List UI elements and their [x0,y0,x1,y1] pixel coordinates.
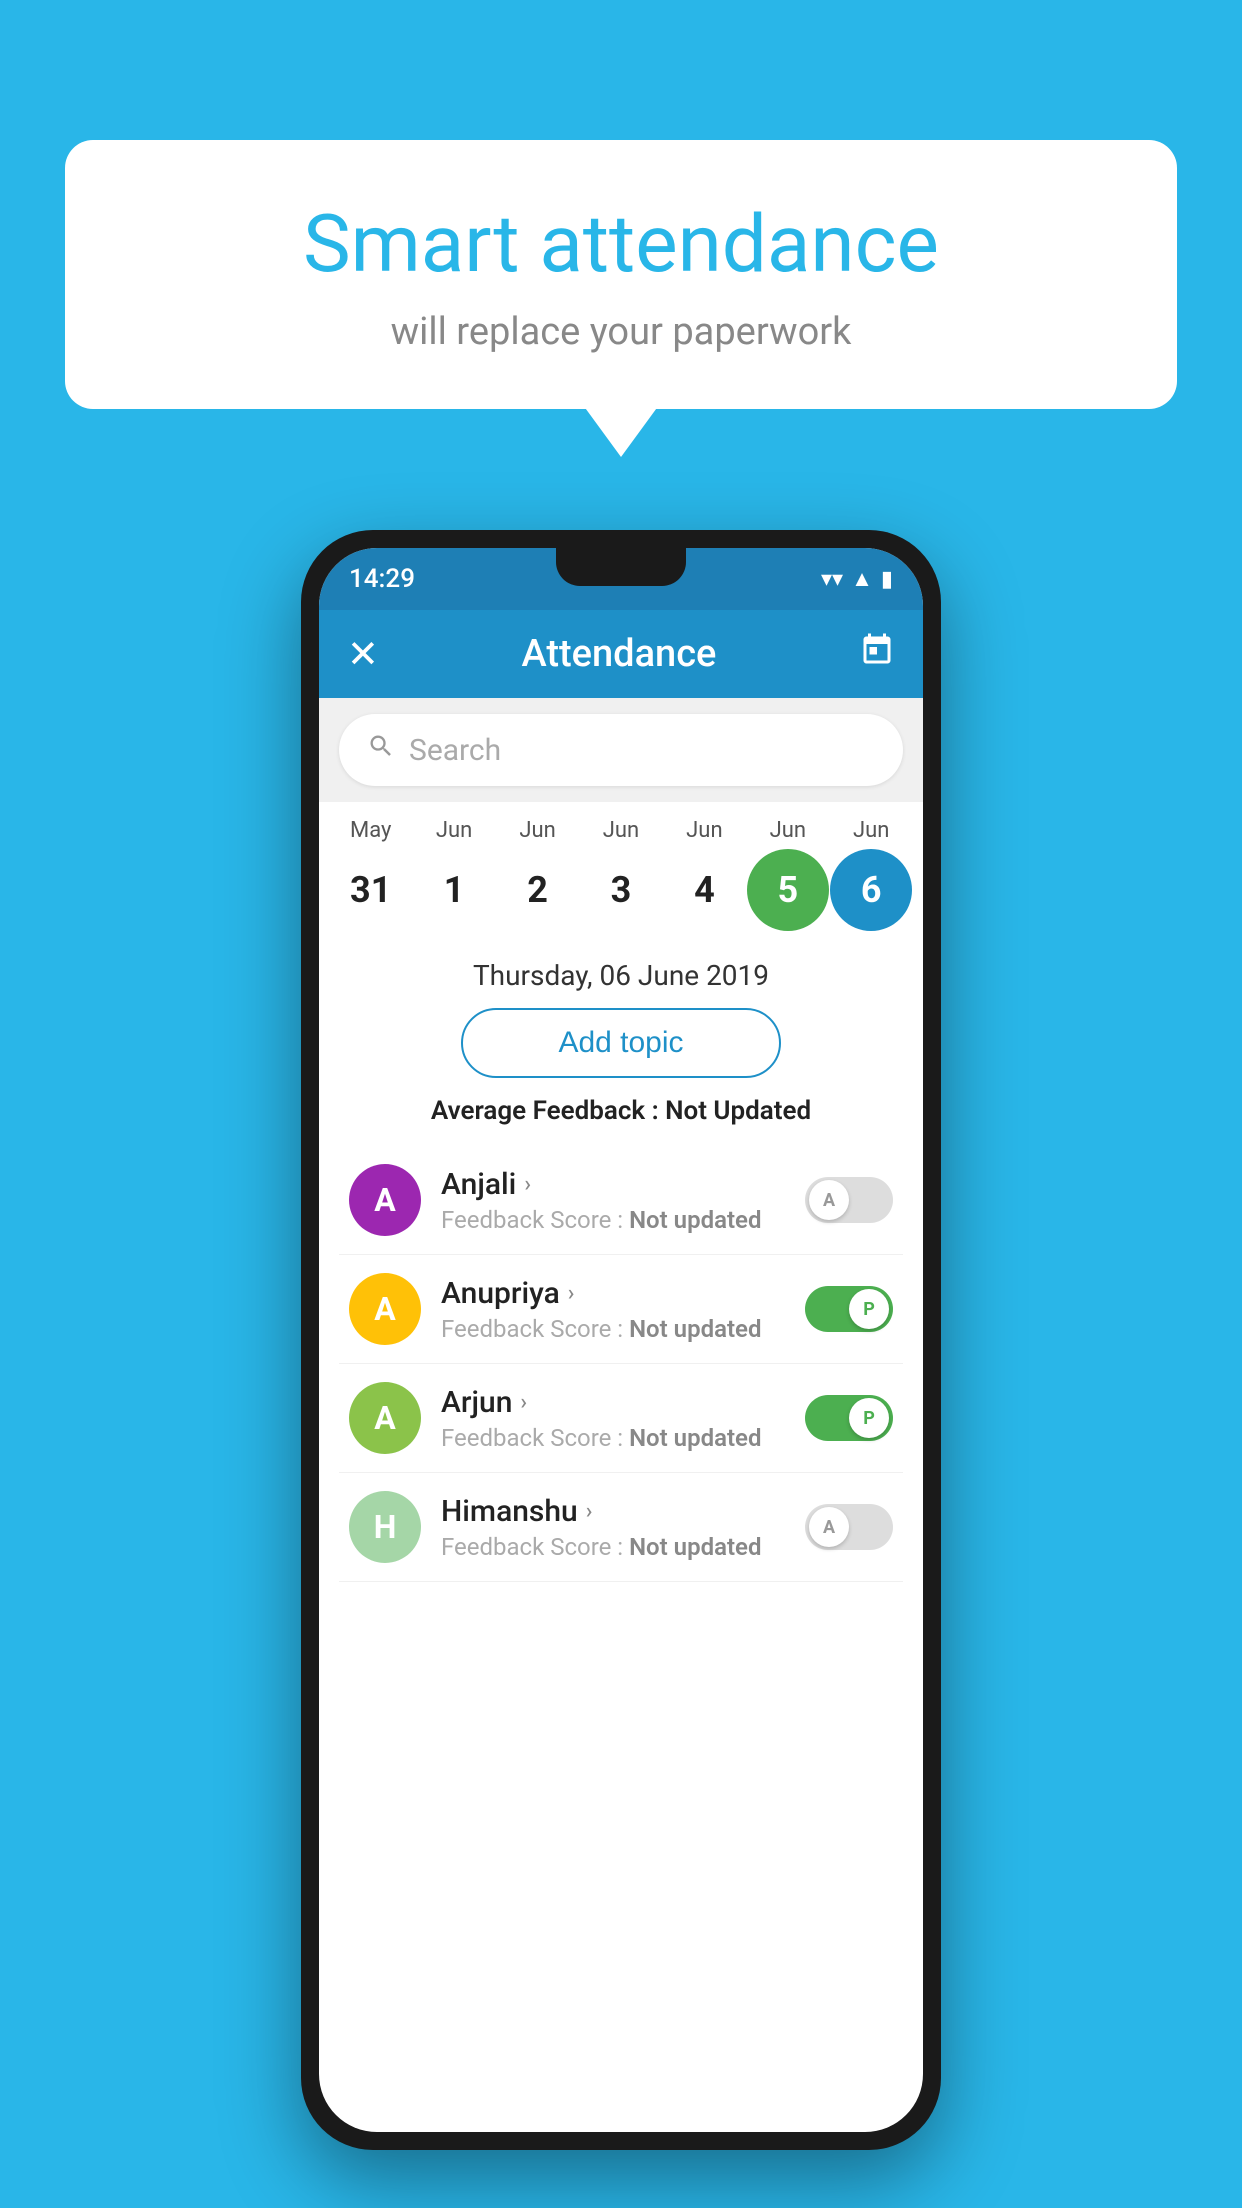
student-item-anupriya[interactable]: A Anupriya › Feedback Score : Not update… [339,1255,903,1364]
student-name-anupriya: Anupriya › [441,1276,805,1311]
month-6: Jun [830,818,912,843]
student-name-arjun: Arjun › [441,1385,805,1420]
battery-icon: ▮ [881,567,893,592]
feedback-anjali: Feedback Score : Not updated [441,1206,805,1234]
signal-icon: ▲ [851,566,873,592]
date-row: 31 1 2 3 4 5 6 [329,849,913,931]
month-2: Jun [497,818,579,843]
app-bar: ✕ Attendance [319,610,923,698]
month-1: Jun [413,818,495,843]
student-item-arjun[interactable]: A Arjun › Feedback Score : Not updated P [339,1364,903,1473]
toggle-arjun[interactable]: P [805,1395,893,1441]
toggle-present-arjun[interactable]: P [805,1395,893,1441]
toggle-anjali[interactable]: A [805,1177,893,1223]
toggle-anupriya[interactable]: P [805,1286,893,1332]
chevron-icon-anjali: › [524,1172,531,1197]
date-1[interactable]: 1 [413,849,495,931]
feedback-arjun: Feedback Score : Not updated [441,1424,805,1452]
toggle-thumb-arjun: P [849,1398,889,1438]
month-5: Jun [747,818,829,843]
student-name-himanshu: Himanshu › [441,1494,805,1529]
date-4[interactable]: 4 [663,849,745,931]
chevron-icon-arjun: › [520,1390,527,1415]
search-input-placeholder: Search [409,733,501,768]
calendar-strip: May Jun Jun Jun Jun Jun Jun 31 1 2 3 4 5… [319,802,923,939]
student-info-anjali: Anjali › Feedback Score : Not updated [441,1167,805,1234]
toggle-absent-anjali[interactable]: A [805,1177,893,1223]
feedback-himanshu: Feedback Score : Not updated [441,1533,805,1561]
month-0: May [330,818,412,843]
toggle-thumb-anupriya: P [849,1289,889,1329]
speech-bubble: Smart attendance will replace your paper… [65,140,1177,409]
date-6-selected[interactable]: 6 [830,849,912,931]
avatar-anupriya: A [349,1273,421,1345]
avg-feedback-value: Not Updated [665,1096,811,1126]
bubble-title: Smart attendance [115,200,1127,288]
status-time: 14:29 [349,564,415,594]
speech-bubble-container: Smart attendance will replace your paper… [65,140,1177,409]
toggle-thumb-himanshu: A [809,1507,849,1547]
bubble-subtitle: will replace your paperwork [115,310,1127,354]
phone-notch [556,548,686,586]
student-list: A Anjali › Feedback Score : Not updated … [339,1146,903,1582]
status-icons: ▾▾ ▲ ▮ [821,566,893,592]
search-bar[interactable]: Search [339,714,903,786]
feedback-anupriya: Feedback Score : Not updated [441,1315,805,1343]
chevron-icon-anupriya: › [568,1281,575,1306]
student-info-himanshu: Himanshu › Feedback Score : Not updated [441,1494,805,1561]
close-button[interactable]: ✕ [347,632,379,677]
date-31[interactable]: 31 [330,849,412,931]
wifi-icon: ▾▾ [821,567,843,592]
app-bar-title: Attendance [521,632,716,676]
toggle-absent-himanshu[interactable]: A [805,1504,893,1550]
avg-feedback: Average Feedback : Not Updated [339,1096,903,1126]
date-3[interactable]: 3 [580,849,662,931]
date-2[interactable]: 2 [497,849,579,931]
selected-date: Thursday, 06 June 2019 [339,939,903,1008]
date-5-today[interactable]: 5 [747,849,829,931]
phone-inner: 14:29 ▾▾ ▲ ▮ ✕ Attendance [319,548,923,2132]
toggle-thumb-anjali: A [809,1180,849,1220]
month-3: Jun [580,818,662,843]
search-icon [367,732,395,768]
chevron-icon-himanshu: › [586,1499,593,1524]
month-4: Jun [663,818,745,843]
student-item-himanshu[interactable]: H Himanshu › Feedback Score : Not update… [339,1473,903,1582]
avg-feedback-label: Average Feedback : [431,1096,665,1126]
student-info-anupriya: Anupriya › Feedback Score : Not updated [441,1276,805,1343]
avatar-anjali: A [349,1164,421,1236]
content-area: Thursday, 06 June 2019 Add topic Average… [319,939,923,1582]
student-item-anjali[interactable]: A Anjali › Feedback Score : Not updated … [339,1146,903,1255]
month-row: May Jun Jun Jun Jun Jun Jun [329,818,913,843]
avatar-himanshu: H [349,1491,421,1563]
avatar-arjun: A [349,1382,421,1454]
add-topic-button[interactable]: Add topic [461,1008,781,1078]
toggle-himanshu[interactable]: A [805,1504,893,1550]
toggle-present-anupriya[interactable]: P [805,1286,893,1332]
calendar-button[interactable] [859,632,895,677]
search-container: Search [319,698,923,802]
student-name-anjali: Anjali › [441,1167,805,1202]
phone-frame: 14:29 ▾▾ ▲ ▮ ✕ Attendance [301,530,941,2150]
student-info-arjun: Arjun › Feedback Score : Not updated [441,1385,805,1452]
